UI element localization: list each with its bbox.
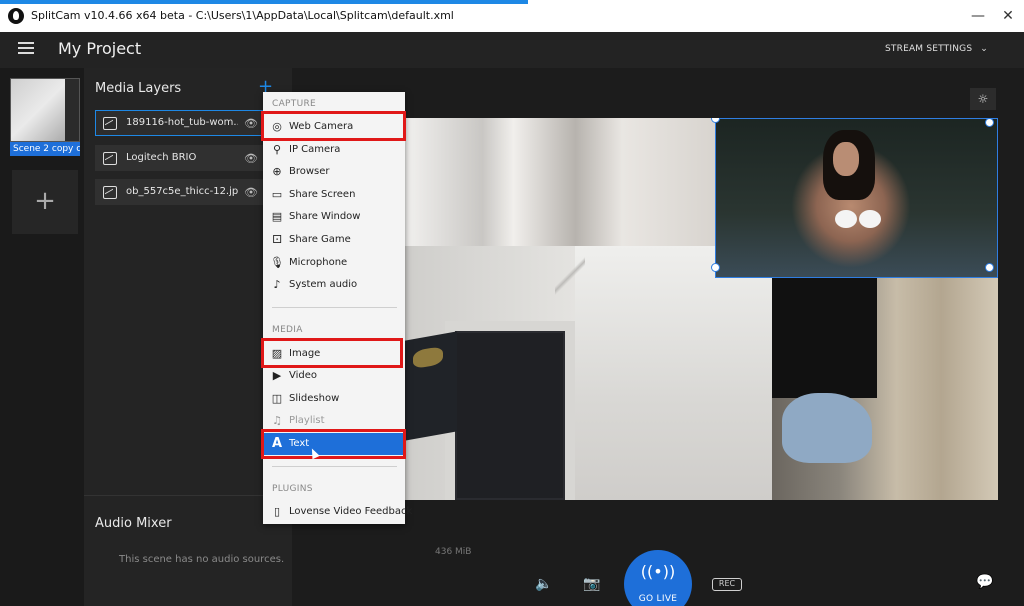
layer-row[interactable]: ob_557c5e_thicc-12.jpg 👁 [95, 179, 263, 205]
audio-mixer-empty-text: This scene has no audio sources. [119, 554, 285, 565]
webcam-room-feed [405, 246, 772, 500]
speaker-icon: ♪ [273, 278, 281, 291]
globe-icon: ⊕ [272, 165, 282, 178]
menu-item-label: Browser [289, 166, 330, 177]
text-icon: A [271, 436, 283, 451]
media-layers-title: Media Layers [95, 81, 182, 96]
scene-thumbnail[interactable] [10, 78, 80, 142]
eye-icon[interactable]: 👁 [244, 117, 258, 130]
menu-item-text[interactable]: A Text [263, 433, 405, 455]
door-graphic [455, 331, 565, 500]
menu-item-label: Share Window [289, 211, 361, 222]
record-icon[interactable]: REC [712, 578, 742, 591]
audio-mixer-title: Audio Mixer [95, 516, 172, 531]
menu-item-label: Microphone [289, 257, 348, 268]
webcam-blur-region [405, 118, 715, 246]
menu-item-web-camera[interactable]: ◎ Web Camera [263, 116, 405, 138]
menu-item-microphone[interactable]: 🎙 Microphone [263, 252, 405, 274]
layer-name: ob_557c5e_thicc-12.jpg [126, 186, 238, 197]
plugins-section-title: PLUGINS [272, 484, 313, 494]
image-icon: ▨ [271, 347, 283, 360]
slideshow-icon: ◫ [271, 392, 283, 405]
menu-item-label: Slideshow [289, 393, 340, 404]
window-icon: ▤ [271, 210, 283, 223]
menu-item-system-audio[interactable]: ♪ System audio [263, 274, 405, 296]
menu-item-share-screen[interactable]: ▭ Share Screen [263, 184, 405, 206]
menu-item-video[interactable]: ▶ Video [263, 365, 405, 387]
layer-name: 189116-hot_tub-wom... [126, 117, 238, 128]
broadcast-icon: ((•)) [640, 562, 676, 581]
media-section-title: MEDIA [272, 325, 303, 335]
layer-row[interactable]: 189116-hot_tub-wom... 👁 [95, 110, 263, 136]
add-scene-button[interactable]: + [12, 170, 78, 234]
resize-handle[interactable] [711, 263, 720, 272]
menu-separator [272, 466, 397, 467]
menu-item-label: System audio [289, 279, 358, 290]
scenes-column: Scene 2 copy c + [0, 68, 84, 606]
menu-item-label: Share Screen [289, 189, 356, 200]
chat-icon[interactable]: 💬 [972, 574, 998, 590]
splitcam-logo-icon [8, 8, 24, 24]
menu-item-label: Lovense Video Feedback [289, 506, 413, 517]
eye-icon[interactable]: 👁 [244, 152, 258, 165]
menu-separator [272, 307, 397, 308]
go-live-label: GO LIVE [638, 594, 678, 604]
menu-item-playlist: ♫ Playlist [263, 410, 405, 432]
add-source-menu: CAPTURE ◎ Web Camera ⚲ IP Camera ⊕ Brows… [263, 92, 412, 524]
menu-item-label: Video [289, 370, 318, 381]
menu-icon[interactable] [18, 42, 34, 54]
layer-name: Logitech BRIO [126, 152, 197, 163]
media-layers-panel: Media Layers + 189116-hot_tub-wom... 👁 L… [84, 68, 292, 606]
memory-usage: 436 MiB [435, 547, 472, 557]
menu-item-label: Text [289, 438, 310, 449]
menu-item-label: Playlist [289, 415, 325, 426]
gamepad-icon: ⚀ [272, 233, 282, 246]
scene-label[interactable]: Scene 2 copy c [10, 142, 80, 156]
image-icon [103, 152, 117, 165]
screen-icon: ▭ [271, 188, 283, 201]
eye-icon[interactable]: 👁 [244, 186, 258, 199]
layer-row[interactable]: Logitech BRIO 👁 [95, 145, 263, 171]
menu-item-image[interactable]: ▨ Image [263, 343, 405, 365]
menu-item-label: Share Game [289, 234, 351, 245]
image-layer-jpg[interactable] [772, 278, 998, 500]
poster-graphic [405, 331, 457, 441]
close-button[interactable]: ✕ [994, 5, 1022, 27]
panel-divider[interactable] [84, 495, 292, 496]
menu-item-label: Image [289, 348, 321, 359]
window-title: SplitCam v10.4.66 x64 beta - C:\Users\1\… [31, 9, 454, 22]
resize-handle[interactable] [985, 263, 994, 272]
selection-box[interactable] [715, 118, 998, 278]
menu-item-ip-camera[interactable]: ⚲ IP Camera [263, 139, 405, 161]
image-icon [103, 117, 117, 130]
plugin-icon: ▯ [273, 505, 281, 518]
project-title: My Project [58, 39, 142, 58]
scene-canvas[interactable] [405, 118, 998, 500]
menu-item-slideshow[interactable]: ◫ Slideshow [263, 388, 405, 410]
menu-item-share-game[interactable]: ⚀ Share Game [263, 229, 405, 251]
minimize-button[interactable]: — [964, 5, 992, 27]
video-icon: ▶ [272, 369, 282, 382]
stream-settings-button[interactable]: STREAM SETTINGS ⌄ [885, 44, 988, 54]
resize-handle[interactable] [985, 118, 994, 127]
image-icon [103, 186, 117, 199]
capture-section-title: CAPTURE [272, 99, 316, 109]
playlist-icon: ♫ [272, 414, 282, 427]
webcam-icon: ◎ [272, 120, 282, 133]
window-titlebar: SplitCam v10.4.66 x64 beta - C:\Users\1\… [0, 0, 1024, 32]
speaker-icon[interactable]: 🔈 [532, 576, 556, 592]
menu-item-lovense-video-feedback[interactable]: ▯ Lovense Video Feedback [263, 501, 412, 523]
menu-item-label: Web Camera [289, 121, 354, 132]
ip-camera-icon: ⚲ [272, 143, 282, 156]
app-header: My Project STREAM SETTINGS ⌄ [0, 32, 1024, 68]
chevron-down-icon: ⌄ [980, 44, 988, 54]
stream-settings-label: STREAM SETTINGS [885, 44, 973, 54]
brightness-icon[interactable]: ☼ [970, 88, 996, 110]
camera-icon[interactable]: 📷 [580, 576, 604, 592]
titlebar-accent [0, 0, 528, 4]
microphone-icon: 🎙 [270, 256, 284, 269]
menu-item-share-window[interactable]: ▤ Share Window [263, 206, 405, 228]
menu-item-browser[interactable]: ⊕ Browser [263, 161, 405, 183]
menu-item-label: IP Camera [289, 144, 341, 155]
